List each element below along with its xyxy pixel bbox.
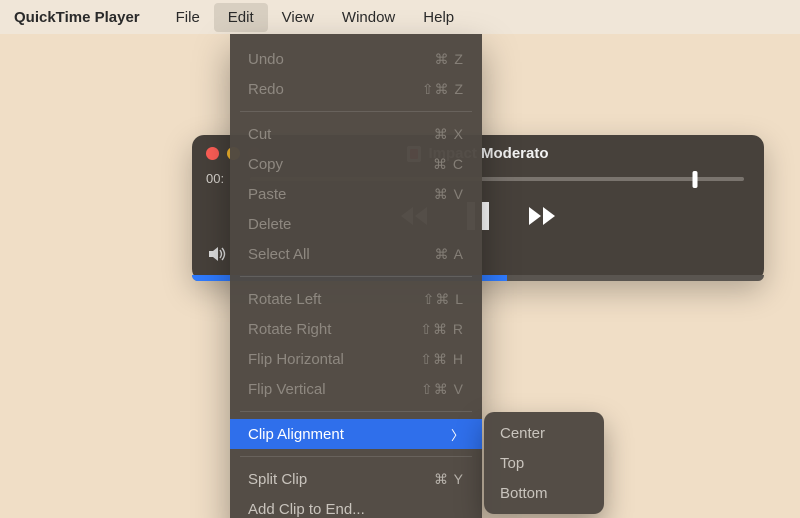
shortcut: ⌘ A [435, 246, 464, 263]
menu-separator [240, 411, 472, 412]
app-name: QuickTime Player [14, 9, 140, 26]
menu-item-label: Copy [248, 156, 283, 173]
menu-separator [240, 276, 472, 277]
menu-item-label: Rotate Left [248, 291, 321, 308]
shortcut: ⌘ Z [435, 51, 464, 68]
shortcut: ⌘ X [434, 126, 464, 143]
menu-item-label: Paste [248, 186, 286, 203]
submenu-item-center[interactable]: Center [484, 418, 604, 448]
shortcut: ⇧⌘ Z [422, 81, 464, 98]
menu-item-rotate-left[interactable]: Rotate Left ⇧⌘ L [230, 284, 482, 314]
menu-item-copy[interactable]: Copy ⌘ C [230, 149, 482, 179]
menu-item-label: Center [500, 425, 545, 442]
fast-forward-icon[interactable] [525, 205, 559, 227]
menu-item-undo[interactable]: Undo ⌘ Z [230, 44, 482, 74]
shortcut: ⇧⌘ L [423, 291, 464, 308]
clip-alignment-submenu: Center Top Bottom [484, 412, 604, 514]
menu-item-select-all[interactable]: Select All ⌘ A [230, 239, 482, 269]
shortcut: ⇧⌘ R [420, 321, 464, 338]
shortcut: ⌘ C [433, 156, 464, 173]
menu-bar: QuickTime Player File Edit View Window H… [0, 0, 800, 34]
menu-item-split-clip[interactable]: Split Clip ⌘ Y [230, 464, 482, 494]
shortcut: ⌘ V [434, 186, 464, 203]
menu-item-flip-horizontal[interactable]: Flip Horizontal ⇧⌘ H [230, 344, 482, 374]
menu-item-label: Add Clip to End... [248, 501, 365, 518]
menu-item-redo[interactable]: Redo ⇧⌘ Z [230, 74, 482, 104]
timecode: 00: [206, 171, 224, 186]
menu-item-rotate-right[interactable]: Rotate Right ⇧⌘ R [230, 314, 482, 344]
menu-item-label: Undo [248, 51, 284, 68]
menu-item-add-clip-to-end[interactable]: Add Clip to End... [230, 494, 482, 518]
menu-item-cut[interactable]: Cut ⌘ X [230, 119, 482, 149]
menu-item-label: Rotate Right [248, 321, 331, 338]
submenu-item-top[interactable]: Top [484, 448, 604, 478]
menu-window[interactable]: Window [328, 3, 409, 32]
menu-item-delete[interactable]: Delete [230, 209, 482, 239]
menu-item-label: Delete [248, 216, 291, 233]
menu-item-label: Redo [248, 81, 284, 98]
menu-item-label: Select All [248, 246, 310, 263]
shortcut: ⇧⌘ V [421, 381, 464, 398]
menu-file[interactable]: File [162, 3, 214, 32]
menu-item-label: Flip Horizontal [248, 351, 344, 368]
submenu-item-bottom[interactable]: Bottom [484, 478, 604, 508]
menu-item-label: Clip Alignment [248, 426, 344, 443]
menu-item-label: Flip Vertical [248, 381, 326, 398]
menu-help[interactable]: Help [409, 3, 468, 32]
menu-separator [240, 111, 472, 112]
shortcut: ⇧⌘ H [420, 351, 464, 368]
menu-item-label: Split Clip [248, 471, 307, 488]
menu-item-label: Top [500, 455, 524, 472]
menu-view[interactable]: View [268, 3, 328, 32]
chevron-right-icon: 〉 [451, 425, 464, 444]
menu-item-label: Cut [248, 126, 271, 143]
menu-edit[interactable]: Edit [214, 3, 268, 32]
menu-separator [240, 456, 472, 457]
seek-knob[interactable] [692, 171, 697, 188]
menu-item-flip-vertical[interactable]: Flip Vertical ⇧⌘ V [230, 374, 482, 404]
shortcut: ⌘ Y [434, 471, 464, 488]
menu-item-label: Bottom [500, 485, 548, 502]
menu-item-paste[interactable]: Paste ⌘ V [230, 179, 482, 209]
edit-menu-dropdown: Undo ⌘ Z Redo ⇧⌘ Z Cut ⌘ X Copy ⌘ C Paste ⌘ V… [230, 34, 482, 518]
menu-item-clip-alignment[interactable]: Clip Alignment 〉 [230, 419, 482, 449]
volume-icon[interactable] [208, 246, 228, 267]
